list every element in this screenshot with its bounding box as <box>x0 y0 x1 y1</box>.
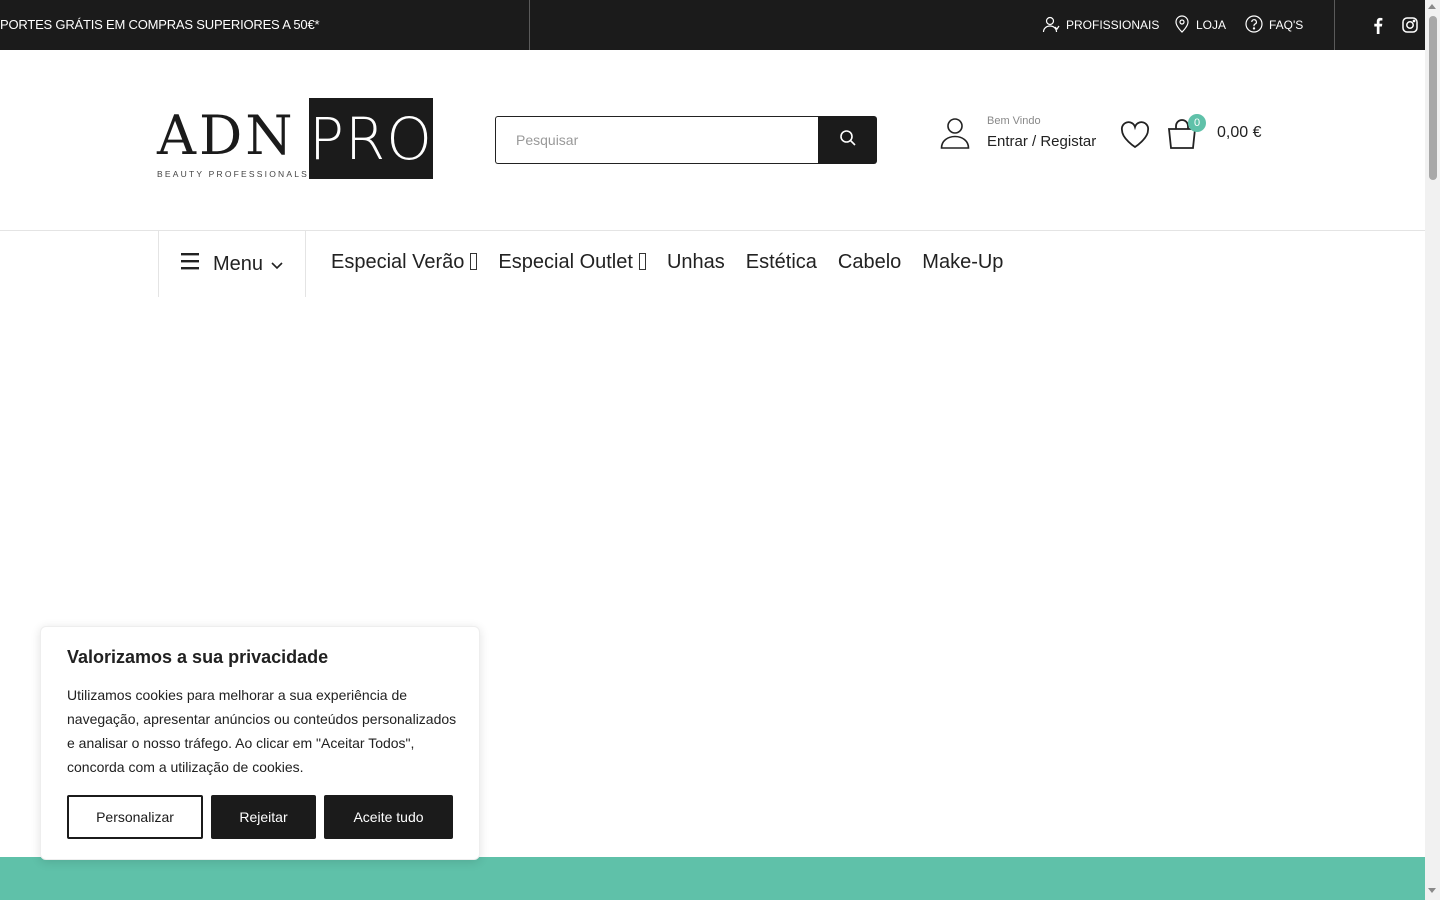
customize-button[interactable]: Personalizar <box>67 795 203 839</box>
menu-label: Menu <box>212 252 264 275</box>
hamburger-icon <box>180 252 201 276</box>
instagram-icon[interactable] <box>1400 15 1420 35</box>
cart-button[interactable]: 0 <box>1166 114 1206 155</box>
search-input[interactable] <box>495 116 818 164</box>
main-nav: Especial Verão Especial Outlet Unhas Est… <box>331 231 1024 293</box>
facebook-icon[interactable] <box>1368 15 1388 35</box>
professionals-link[interactable]: PROFISSIONAIS <box>1042 0 1159 50</box>
heart-icon <box>1120 121 1150 154</box>
shopping-bag-icon <box>1166 119 1200 154</box>
chevron-down-icon <box>271 253 283 276</box>
scrollbar-thumb[interactable] <box>1429 16 1437 180</box>
divider <box>529 0 530 50</box>
nav-item-unhas[interactable]: Unhas <box>667 251 725 274</box>
scroll-down-icon[interactable] <box>1428 888 1436 893</box>
faq-link[interactable]: FAQ'S <box>1245 0 1303 50</box>
nav-item-make-up[interactable]: Make-Up <box>922 251 1003 274</box>
logo-subtitle: BEAUTY PROFESSIONALS <box>157 169 310 179</box>
professionals-label: PROFISSIONAIS <box>1066 18 1160 32</box>
welcome-text: Bem Vindo <box>987 115 1041 127</box>
login-register-link[interactable]: Entrar / Registar <box>987 133 1096 150</box>
search-button[interactable] <box>818 116 877 164</box>
divider <box>1334 0 1335 50</box>
nav-item-cabelo[interactable]: Cabelo <box>838 251 901 274</box>
cookie-title: Valorizamos a sua privacidade <box>67 647 329 667</box>
wishlist-button[interactable] <box>1120 120 1150 155</box>
cart-count-badge: 0 <box>1188 114 1206 132</box>
nav-item-especial-verao[interactable]: Especial Verão <box>331 250 478 274</box>
nav-item-label: Especial Verão <box>331 250 465 273</box>
accept-all-button[interactable]: Aceite tudo <box>324 795 453 839</box>
cookie-consent-dialog: Valorizamos a sua privacidade Utilizamos… <box>40 626 480 860</box>
search-icon <box>839 129 857 152</box>
faq-label: FAQ'S <box>1269 18 1304 32</box>
emoji-placeholder-icon <box>470 252 478 270</box>
promo-text: PORTES GRÁTIS EM COMPRAS SUPERIORES A 50… <box>0 17 320 32</box>
logo-main-text: ADN <box>157 104 296 167</box>
emoji-placeholder-icon <box>638 252 646 270</box>
map-pin-icon <box>1174 14 1196 36</box>
nav-item-label: Especial Outlet <box>498 250 633 273</box>
logo-box: PRO <box>309 98 433 179</box>
top-bar: PORTES GRÁTIS EM COMPRAS SUPERIORES A 50… <box>0 0 1425 50</box>
nav-item-especial-outlet[interactable]: Especial Outlet <box>498 251 646 274</box>
reject-button[interactable]: Rejeitar <box>211 795 316 839</box>
cookie-text: Utilizamos cookies para melhorar a sua e… <box>67 687 457 775</box>
cart-total[interactable]: 0,00 € <box>1217 124 1261 142</box>
footer-band <box>0 857 1425 900</box>
user-icon <box>940 117 970 154</box>
store-link[interactable]: LOJA <box>1174 0 1226 50</box>
nav-item-estetica[interactable]: Estética <box>746 251 817 274</box>
store-label: LOJA <box>1196 18 1227 32</box>
site-logo[interactable]: ADN BEAUTY PROFESSIONALS PRO <box>157 98 433 180</box>
menu-toggle-button[interactable]: Menu <box>158 231 306 297</box>
scroll-up-icon[interactable] <box>1428 4 1436 9</box>
question-icon <box>1245 14 1269 36</box>
search-form <box>495 116 877 164</box>
professionals-icon <box>1042 15 1066 36</box>
